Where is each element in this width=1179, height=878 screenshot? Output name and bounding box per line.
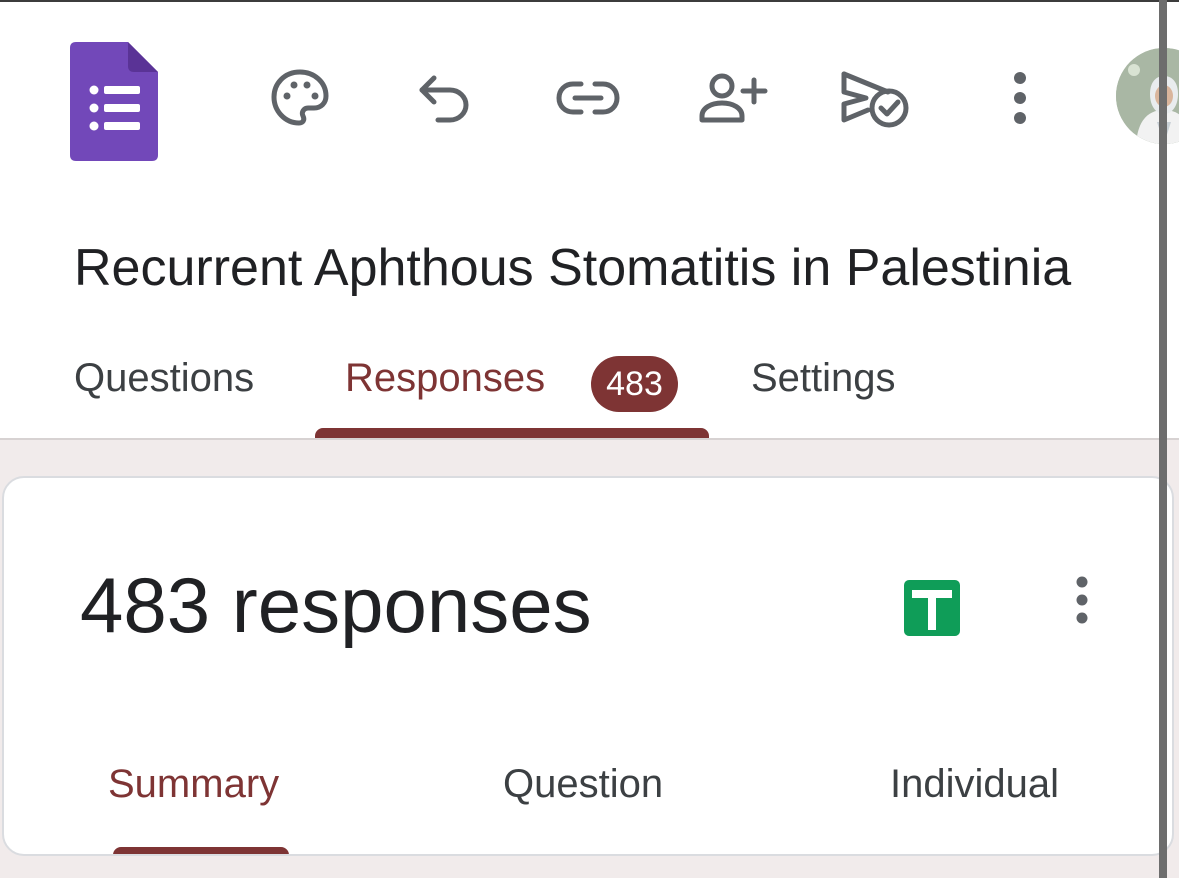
- responses-count-heading: 483 responses: [80, 561, 592, 649]
- tab-questions[interactable]: Questions: [74, 356, 254, 401]
- palette-icon[interactable]: [260, 58, 340, 138]
- link-icon[interactable]: [548, 58, 628, 138]
- subtab-individual[interactable]: Individual: [890, 762, 1059, 807]
- form-title[interactable]: Recurrent Aphthous Stomatitis in Palesti…: [74, 238, 1096, 298]
- responses-summary-card: 483 responses Summary Question Individua…: [2, 476, 1174, 856]
- tab-settings[interactable]: Settings: [751, 356, 896, 401]
- google-forms-screen: Recurrent Aphthous Stomatitis in Palesti…: [0, 0, 1179, 878]
- responses-count-badge: 483: [591, 356, 678, 412]
- more-vert-icon[interactable]: [1060, 572, 1104, 628]
- publish-icon[interactable]: [834, 58, 914, 138]
- more-vert-icon[interactable]: [980, 58, 1060, 138]
- tab-responses[interactable]: Responses: [345, 356, 545, 401]
- scrollbar[interactable]: [1159, 0, 1167, 878]
- user-avatar[interactable]: [1116, 48, 1179, 144]
- top-border: [0, 0, 1179, 2]
- subtab-question[interactable]: Question: [503, 762, 663, 807]
- active-subtab-indicator: [113, 847, 289, 854]
- subtab-summary[interactable]: Summary: [108, 762, 279, 807]
- undo-icon[interactable]: [404, 58, 484, 138]
- google-forms-icon[interactable]: [70, 42, 158, 161]
- add-collaborator-icon[interactable]: [692, 58, 772, 138]
- google-sheets-icon[interactable]: [904, 580, 960, 636]
